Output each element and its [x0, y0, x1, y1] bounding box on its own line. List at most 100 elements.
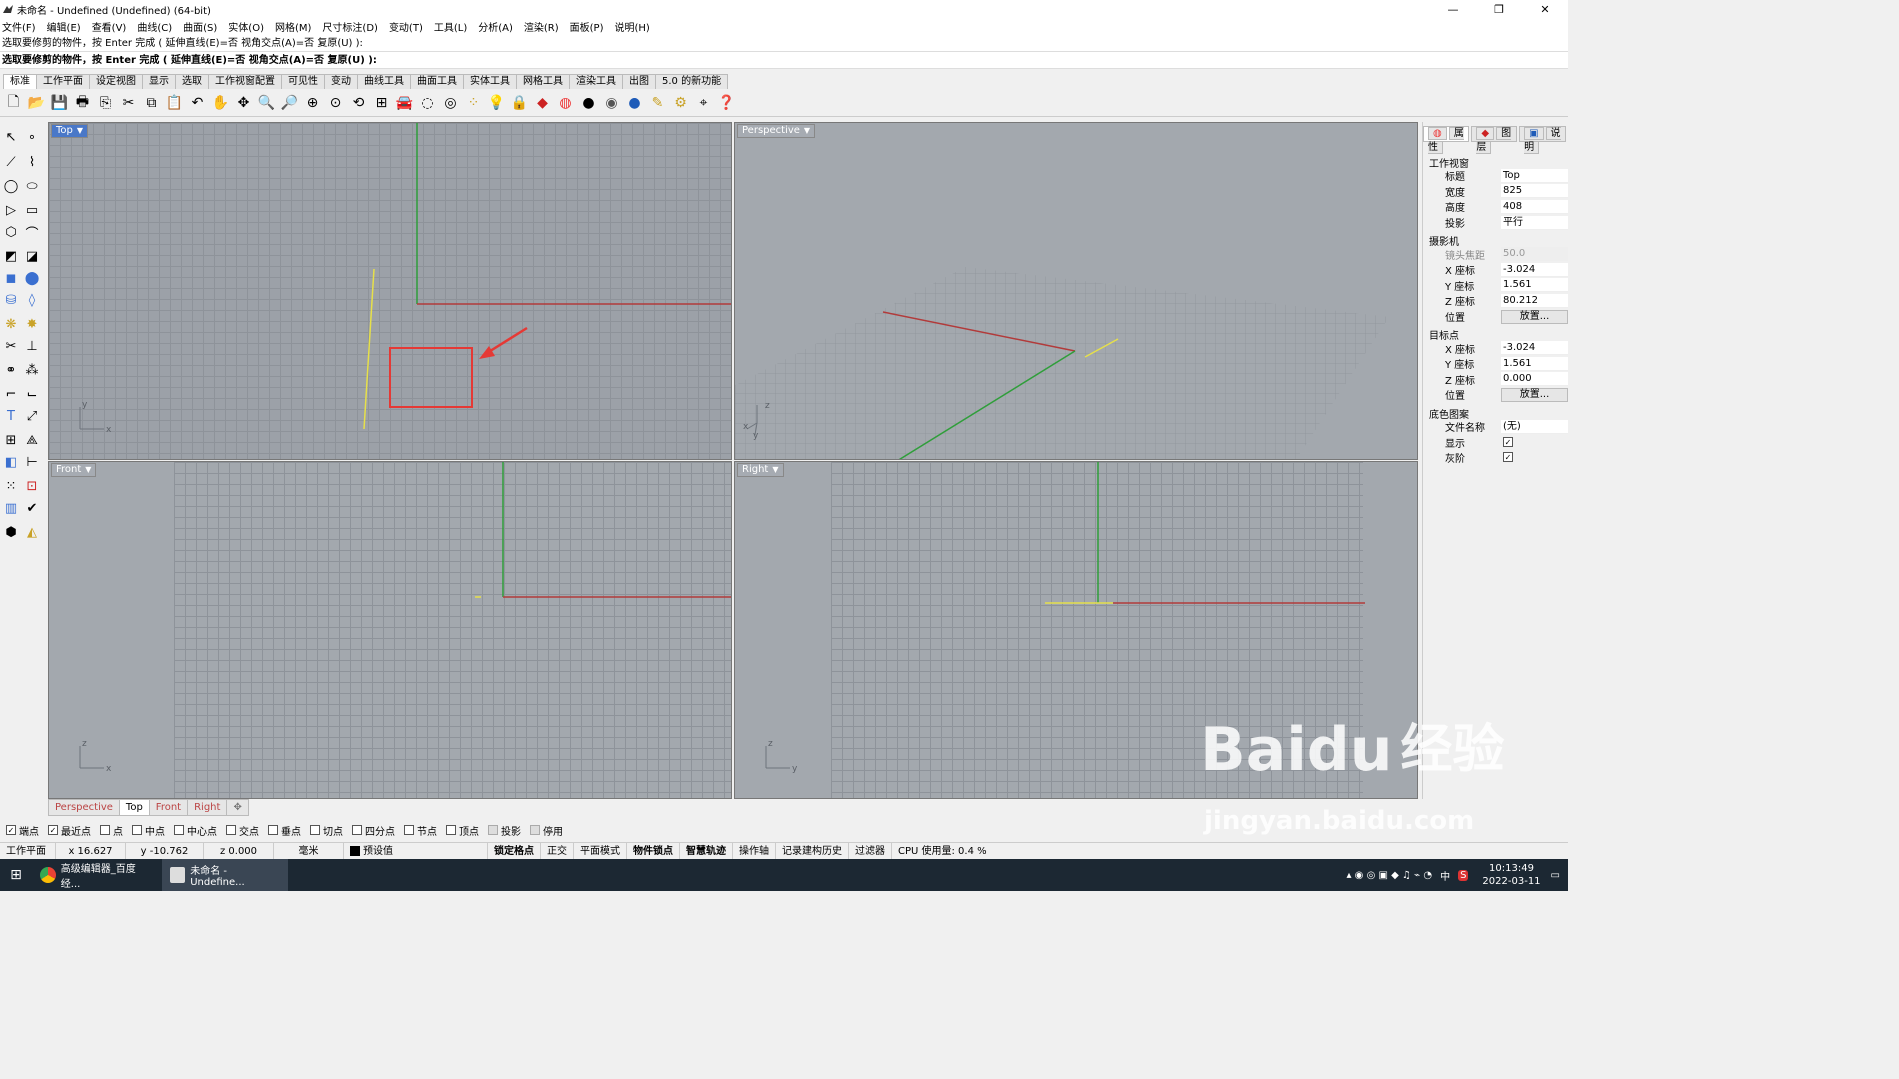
osnap-tan[interactable]: 切点 [310, 823, 343, 838]
circle-icon[interactable]: ◯ [1, 176, 21, 196]
osnap-perp[interactable]: 垂点 [268, 823, 301, 838]
freeform-icon[interactable]: ⌒ [22, 222, 42, 242]
tab-select[interactable]: 选取 [175, 74, 209, 89]
options-icon[interactable]: ⚙ [670, 92, 691, 113]
menu-file[interactable]: 文件(F) [2, 19, 36, 34]
text-icon[interactable]: T [1, 406, 21, 426]
osnap-mid[interactable]: 中点 [132, 823, 165, 838]
menu-mesh[interactable]: 网格(M) [275, 19, 311, 34]
osnap-checkbox[interactable] [310, 825, 320, 835]
taskbar-chrome[interactable]: 高级编辑器_百度经... [32, 859, 162, 891]
menu-analyze[interactable]: 分析(A) [478, 19, 513, 34]
orient-icon[interactable]: ⟁ [22, 430, 42, 450]
osnap-checkbox[interactable] [174, 825, 184, 835]
explode-icon[interactable]: ✸ [22, 314, 42, 334]
sogou-icon[interactable]: S [1458, 869, 1469, 881]
tab-standard[interactable]: 标准 [3, 74, 37, 89]
menu-help[interactable]: 说明(H) [615, 19, 650, 34]
menu-transform[interactable]: 变动(T) [389, 19, 423, 34]
undo-icon[interactable]: ↶ [187, 92, 208, 113]
taskbar-rhino[interactable]: 未命名 - Undefine... [162, 859, 288, 891]
tab-new-in-v5[interactable]: 5.0 的新功能 [655, 74, 729, 89]
osnap-checkbox[interactable] [530, 825, 540, 835]
prop-value[interactable]: 1.561 [1501, 356, 1568, 371]
clock[interactable]: 10:13:49 2022-03-11 [1472, 862, 1550, 888]
point-icon[interactable]: ∘ [22, 127, 42, 147]
plane-icon[interactable]: ◊ [22, 290, 42, 310]
tab-layers[interactable]: ◆ 图层 [1471, 126, 1518, 154]
menu-tools[interactable]: 工具(L) [434, 19, 467, 34]
tab-solid-tools[interactable]: 实体工具 [463, 74, 517, 89]
group-icon[interactable]: ⁂ [22, 360, 42, 380]
menu-render[interactable]: 渲染(R) [524, 19, 559, 34]
projection-select[interactable]: 平行 [1501, 215, 1568, 230]
vtab-front[interactable]: Front [148, 799, 189, 816]
extrude-icon[interactable]: ◪ [22, 246, 42, 266]
dropdown-arrow-icon[interactable]: ▼ [804, 125, 810, 137]
yellow-curve[interactable] [363, 268, 375, 430]
prop-value[interactable]: -3.024 [1501, 341, 1568, 356]
prop-value[interactable]: -3.024 [1501, 262, 1568, 277]
prop-value[interactable]: 80.212 [1501, 293, 1568, 308]
osnap-near[interactable]: ✓ 最近点 [48, 823, 91, 838]
render-blue-icon[interactable]: ● [624, 92, 645, 113]
osnap-checkbox[interactable] [268, 825, 278, 835]
tab-properties[interactable]: ◍ 属性 [1423, 126, 1470, 154]
osnap-end[interactable]: ✓ 端点 [6, 823, 39, 838]
lock-icon[interactable]: 🔒 [509, 92, 530, 113]
scale-icon[interactable]: ⤢ [22, 406, 42, 426]
place-camera-button[interactable]: 放置... [1501, 309, 1568, 324]
layer-status[interactable]: 预设值 [344, 842, 488, 860]
vtab-perspective[interactable]: Perspective [48, 799, 120, 816]
viewport-right[interactable]: z y Right ▼ [734, 461, 1418, 799]
zoom-window-icon[interactable]: 🔎 [279, 92, 300, 113]
prop-value[interactable]: 0.000 [1501, 372, 1568, 387]
ortho-toggle[interactable]: 正交 [541, 842, 574, 860]
osnap-checkbox[interactable]: ✓ [6, 825, 16, 835]
curve-icon[interactable]: ⌇ [22, 152, 42, 172]
viewport-label-front[interactable]: Front ▼ [51, 463, 97, 477]
grid-array-icon[interactable]: ⁙ [1, 476, 21, 496]
viewport-front[interactable]: z x Front ▼ [48, 461, 732, 799]
minimize-button[interactable]: — [1430, 3, 1476, 16]
tab-visibility[interactable]: 可见性 [281, 74, 325, 89]
tab-display[interactable]: 显示 [142, 74, 176, 89]
windows-start-icon[interactable]: ⊞ [0, 859, 32, 891]
cplane-status[interactable]: 工作平面 [0, 842, 56, 860]
osnap-checkbox[interactable] [100, 825, 110, 835]
prop-value[interactable]: 408 [1501, 199, 1568, 214]
osnap-toggle[interactable]: 物件锁点 [627, 842, 680, 860]
new-icon[interactable]: 🗋 [3, 92, 24, 113]
smarttrack-toggle[interactable]: 智慧轨迹 [680, 842, 733, 860]
add-viewport-tab-icon[interactable]: ✥ [226, 799, 249, 816]
tab-set-view[interactable]: 设定视图 [89, 74, 143, 89]
dropdown-arrow-icon[interactable]: ▼ [85, 464, 91, 476]
menu-panels[interactable]: 面板(P) [570, 19, 604, 34]
paste-icon[interactable]: 📋 [164, 92, 185, 113]
close-button[interactable]: ✕ [1522, 3, 1568, 16]
planar-toggle[interactable]: 平面模式 [574, 842, 627, 860]
help-icon[interactable]: ❓ [716, 92, 737, 113]
menu-surface[interactable]: 曲面(S) [183, 19, 217, 34]
menu-view[interactable]: 查看(V) [92, 19, 127, 34]
menu-curve[interactable]: 曲线(C) [137, 19, 172, 34]
fillet-icon[interactable]: ⌐ [1, 384, 21, 404]
menu-solid[interactable]: 实体(O) [228, 19, 264, 34]
osnap-checkbox[interactable]: ✓ [48, 825, 58, 835]
hide-icon[interactable]: ◌ [417, 92, 438, 113]
material-icon[interactable]: ● [578, 92, 599, 113]
tab-viewport-layout[interactable]: 工作视窗配置 [208, 74, 282, 89]
ellipse-icon[interactable]: ⬭ [22, 176, 42, 196]
save-icon[interactable]: 💾 [49, 92, 70, 113]
tab-curve-tools[interactable]: 曲线工具 [357, 74, 411, 89]
command-prompt[interactable]: 选取要修剪的物件，按 Enter 完成 ( 延伸直线(E)=否 视角交点(A)=… [0, 52, 1568, 69]
tab-surface-tools[interactable]: 曲面工具 [410, 74, 464, 89]
car-icon[interactable]: 🚘 [394, 92, 415, 113]
viewport-perspective[interactable]: z x y Perspective ▼ [734, 122, 1418, 460]
osnap-intersection[interactable]: 交点 [226, 823, 259, 838]
osnap-quad[interactable]: 四分点 [352, 823, 395, 838]
vtab-top[interactable]: Top [118, 799, 150, 816]
color-wheel-icon[interactable]: ◍ [555, 92, 576, 113]
osnap-point[interactable]: 点 [100, 823, 123, 838]
box-icon[interactable]: ◼ [1, 268, 21, 288]
